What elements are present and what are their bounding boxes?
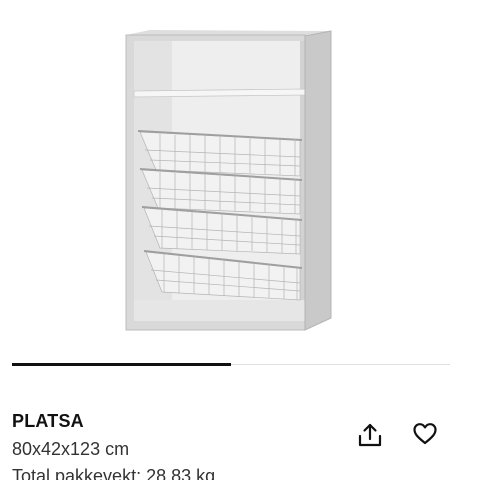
- favourite-button[interactable]: [408, 417, 442, 451]
- share-icon: [358, 423, 382, 447]
- product-name: PLATSA: [12, 411, 84, 431]
- heart-icon: [413, 423, 437, 445]
- basket-1: [137, 130, 303, 177]
- product-image[interactable]: [0, 0, 480, 350]
- image-carousel-progress[interactable]: [12, 363, 450, 366]
- carousel-progress-indicator: [12, 363, 231, 366]
- share-button[interactable]: [353, 418, 387, 452]
- wardrobe-illustration: [125, 30, 332, 331]
- product-dimensions: 80x42x123 cm: [12, 439, 130, 459]
- product-page: PLATSA 80x42x123 cm Total pakkevekt: 28,…: [0, 0, 480, 480]
- product-weight: Total pakkevekt: 28,83 kg: [12, 466, 216, 480]
